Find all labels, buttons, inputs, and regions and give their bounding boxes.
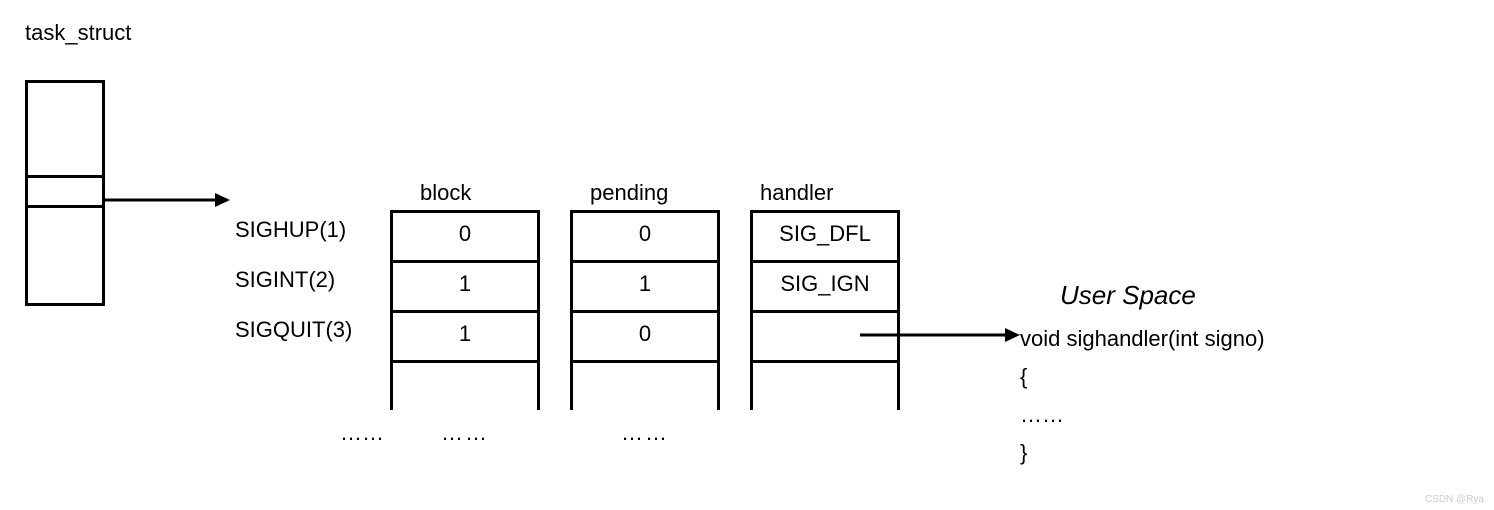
arrow-icon xyxy=(860,325,1020,345)
handler-cell xyxy=(753,360,897,410)
signal-name: SIGHUP(1) xyxy=(235,215,352,265)
task-struct-cell xyxy=(28,83,102,178)
signal-names: SIGHUP(1) SIGINT(2) SIGQUIT(3) xyxy=(235,215,352,365)
block-cell: 0 xyxy=(393,210,537,260)
ellipsis: …… xyxy=(570,420,720,446)
user-space-title: User Space xyxy=(1060,280,1196,311)
handler-cell: SIG_IGN xyxy=(753,260,897,310)
block-header: block xyxy=(420,180,471,206)
pending-cell: 0 xyxy=(573,310,717,360)
block-cell xyxy=(393,360,537,410)
task-struct-box xyxy=(25,80,105,306)
code-line: void sighandler(int signo) xyxy=(1020,320,1265,358)
ellipsis: …… xyxy=(340,420,384,446)
pending-cell xyxy=(573,360,717,410)
code-line: { xyxy=(1020,358,1265,396)
diagram-title: task_struct xyxy=(25,20,131,46)
user-space-code: void sighandler(int signo) { …… } xyxy=(1020,320,1265,472)
pending-cell: 1 xyxy=(573,260,717,310)
signal-name: SIGQUIT(3) xyxy=(235,315,352,365)
watermark: CSDN @Rya xyxy=(1425,494,1484,505)
block-column: 0 1 1 xyxy=(390,210,540,410)
signal-name: SIGINT(2) xyxy=(235,265,352,315)
task-struct-cell xyxy=(28,208,102,303)
code-line: …… xyxy=(1020,396,1265,434)
pending-header: pending xyxy=(590,180,668,206)
handler-column: SIG_DFL SIG_IGN xyxy=(750,210,900,410)
arrow-icon xyxy=(105,190,225,210)
handler-header: handler xyxy=(760,180,833,206)
block-cell: 1 xyxy=(393,260,537,310)
pending-column: 0 1 0 xyxy=(570,210,720,410)
block-cell: 1 xyxy=(393,310,537,360)
handler-cell: SIG_DFL xyxy=(753,210,897,260)
pending-cell: 0 xyxy=(573,210,717,260)
task-struct-cell-pointer xyxy=(28,178,102,208)
code-line: } xyxy=(1020,434,1265,472)
ellipsis: …… xyxy=(390,420,540,446)
